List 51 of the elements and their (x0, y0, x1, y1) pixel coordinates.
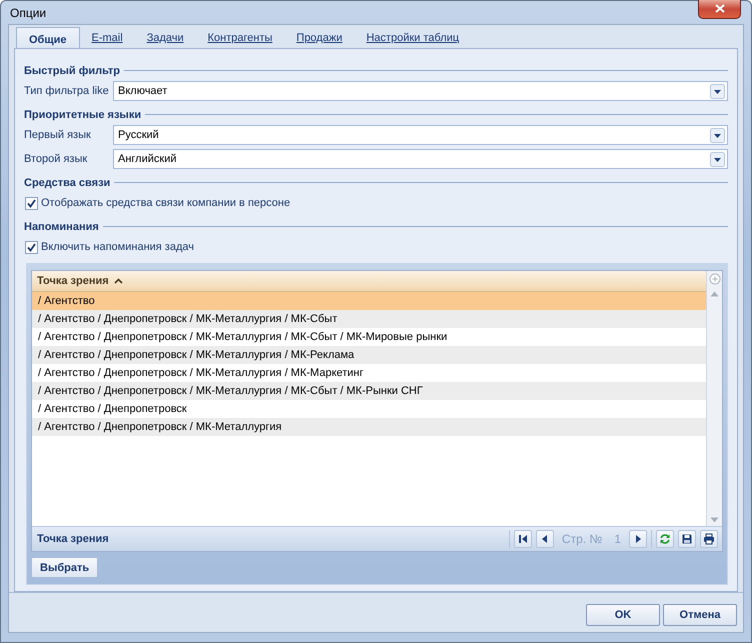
dropdown-field[interactable]: Включает (113, 81, 728, 101)
combo-value: Английский (117, 153, 178, 165)
combo-value: Русский (117, 129, 160, 141)
column-header[interactable]: Точка зрения (32, 271, 706, 292)
table-row[interactable]: / Агентство / Днепропетровск / МК-Металлургия / МК-Сбыт / МК-Мировые рынки (32, 328, 706, 346)
close-button[interactable] (698, 0, 741, 18)
field-label: Тип фильтра like (24, 85, 110, 97)
table-row[interactable]: / Агентство / Днепропетровск / МК-Металлургия / МК-Сбыт / МК-Рынки СНГ (32, 382, 706, 400)
table-row[interactable]: / Агентство / Днепропетровск / МК-Металлургия / МК-Реклама (32, 346, 706, 364)
footer-title: Точка зрения (37, 533, 110, 545)
combo-value: Включает (117, 85, 168, 97)
table-row[interactable]: / Агентство (32, 292, 706, 310)
tab[interactable]: Общие (16, 27, 80, 48)
dropdown-field[interactable]: Английский (113, 149, 728, 169)
table-row[interactable]: / Агентство / Днепропетровск / МК-Металлургия (32, 418, 706, 436)
checkbox[interactable] (25, 240, 38, 254)
section-heading: Средства связи (24, 176, 110, 188)
section-heading: Быстрый фильтр (24, 64, 120, 76)
page-label: Стр. № (562, 532, 602, 546)
select-button[interactable]: Выбрать (31, 557, 98, 578)
tab[interactable]: Задачи (134, 30, 196, 48)
checkbox-label: Включить напоминания задач (41, 241, 194, 253)
checkbox[interactable] (25, 196, 38, 210)
field-label: Второй язык (24, 153, 88, 165)
dialog-button[interactable]: OK (586, 604, 660, 626)
field-label: Первый язык (24, 129, 92, 141)
table-row[interactable]: / Агентство / Днепропетровск / МК-Металлургия / МК-Сбыт (32, 310, 706, 328)
refresh-icon (659, 533, 671, 545)
section-heading: Приоритетные языки (24, 108, 142, 120)
first-page-icon (516, 533, 529, 545)
dropdown-field[interactable]: Русский (113, 125, 728, 145)
save-button[interactable] (678, 530, 696, 548)
tab[interactable]: Настройки таблиц (354, 30, 472, 48)
tab[interactable]: Продажи (284, 30, 354, 48)
tab[interactable]: Контрагенты (196, 30, 284, 48)
sort-ascending-icon (114, 278, 123, 284)
dialog-button[interactable]: Отмена (663, 604, 737, 626)
print-button[interactable] (700, 530, 718, 548)
tab[interactable]: E-mail (80, 30, 135, 48)
previous-page-button[interactable] (536, 530, 554, 548)
print-icon (703, 533, 715, 545)
section-heading: Напоминания (24, 220, 99, 232)
close-icon (714, 4, 724, 13)
next-page-button[interactable] (629, 530, 647, 548)
checkbox-label: Отображать средства связи компании в персоне (41, 197, 290, 209)
save-icon (681, 533, 693, 545)
table-row[interactable]: / Агентство / Днепропетровск / МК-Металлургия / МК-Маркетинг (32, 364, 706, 382)
page-number: 1 (614, 532, 621, 546)
window-title: Опции (10, 6, 48, 20)
table-row[interactable]: / Агентство / Днепропетровск (32, 400, 706, 418)
first-page-button[interactable] (514, 530, 532, 548)
